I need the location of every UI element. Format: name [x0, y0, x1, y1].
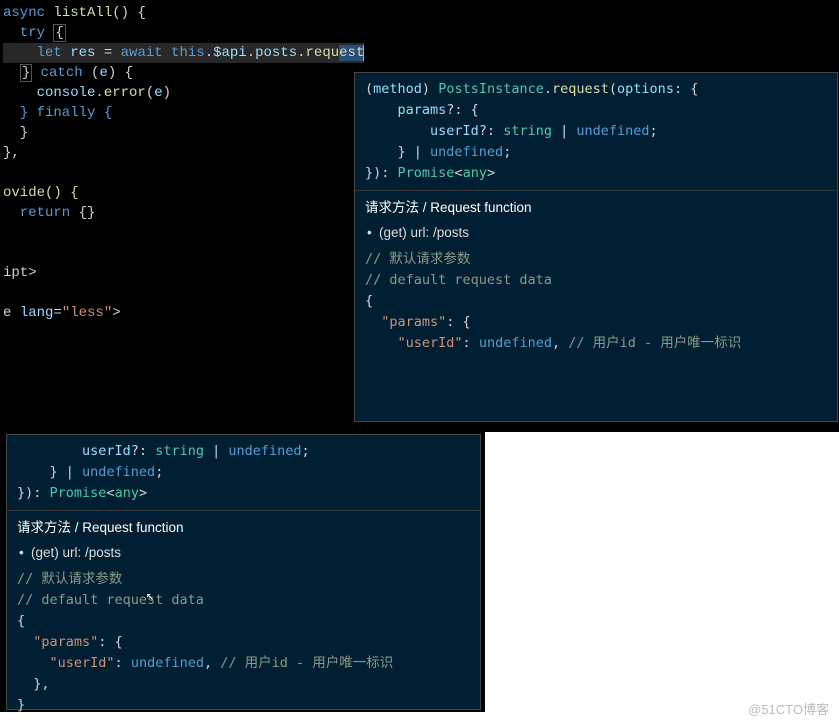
signature-line: } | undefined; [17, 462, 470, 483]
text-cursor [363, 45, 364, 61]
code-line: }, [3, 143, 364, 163]
code-line [3, 223, 364, 243]
doc-code: { [17, 611, 470, 632]
doc-code: } [17, 695, 470, 716]
code-line: } catch (e) { [3, 63, 364, 83]
code-line: console.error(e) [3, 83, 364, 103]
signature-line: (method) PostsInstance.request(options: … [365, 79, 827, 100]
code-line: ovide() { [3, 183, 364, 203]
signature-line: }): Promise<any> [17, 483, 470, 504]
signature-line: params?: { [365, 100, 827, 121]
doc-bullet: (get) url: /posts [17, 542, 470, 563]
code-line [3, 283, 364, 303]
code-line [3, 243, 364, 263]
code-line [3, 163, 364, 183]
code-editor[interactable]: async listAll() { try { let res = await … [3, 3, 364, 323]
doc-code: "userId": undefined, // 用户id - 用户唯一标识 [17, 653, 470, 674]
doc-bullet: (get) url: /posts [365, 222, 827, 243]
signature-line: userId?: string | undefined; [17, 441, 470, 462]
code-line: } [3, 123, 364, 143]
doc-comment: // default request data [17, 590, 470, 611]
code-line: try { [3, 23, 364, 43]
doc-comment: // 默认请求参数 [365, 249, 827, 270]
code-line: async listAll() { [3, 3, 364, 23]
doc-code: "params": { [17, 632, 470, 653]
intellisense-tooltip-secondary[interactable]: userId?: string | undefined; } | undefin… [6, 434, 481, 710]
doc-comment: // 默认请求参数 [17, 569, 470, 590]
doc-code: "userId": undefined, // 用户id - 用户唯一标识 [365, 333, 827, 354]
doc-code: }, [17, 674, 470, 695]
intellisense-tooltip-primary[interactable]: (method) PostsInstance.request(options: … [354, 72, 838, 422]
code-line-active: let res = await this.$api.posts.request [3, 43, 364, 63]
code-line: } finally { [3, 103, 364, 123]
doc-title: 请求方法 / Request function [17, 517, 470, 538]
signature-line: userId?: string | undefined; [365, 121, 827, 142]
doc-title: 请求方法 / Request function [365, 197, 827, 218]
watermark: @51CTO博客 [748, 699, 829, 718]
doc-comment: // default request data [365, 270, 827, 291]
code-line: e lang="less"> [3, 303, 364, 323]
code-line: ipt> [3, 263, 364, 283]
doc-code: { [365, 291, 827, 312]
mouse-cursor-icon: ↖ [146, 588, 154, 605]
signature-line: } | undefined; [365, 142, 827, 163]
doc-code: "params": { [365, 312, 827, 333]
code-line: return {} [3, 203, 364, 223]
signature-line: }): Promise<any> [365, 163, 827, 184]
